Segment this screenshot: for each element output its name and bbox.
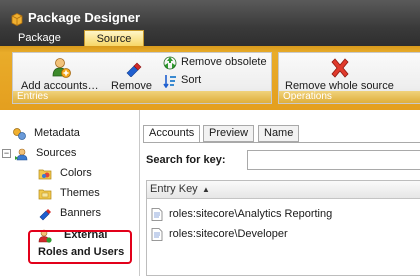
highlight-annotation (28, 230, 132, 264)
tree-label-banners: Banners (60, 207, 101, 219)
tab-preview[interactable]: Preview (203, 125, 255, 142)
add-accounts-button[interactable]: Add accounts… (17, 55, 107, 92)
sources-icon (15, 148, 28, 161)
row-key: roles:sitecore\Developer (169, 228, 288, 240)
tree-label-themes: Themes (60, 187, 100, 199)
table-row[interactable]: roles:sitecore\Analytics Reporting (147, 205, 420, 223)
group-label-entries: Entries (13, 91, 271, 103)
tab-package[interactable]: Package (12, 30, 67, 46)
package-icon (11, 13, 23, 26)
ribbon-group-entries: Add accounts… Remove Remove obsolete Sor… (12, 52, 272, 104)
remove-button[interactable]: Remove (109, 55, 159, 92)
remove-whole-source-button[interactable]: Remove whole source (281, 55, 413, 92)
tab-strip-border (143, 142, 420, 143)
recycle-icon (163, 56, 177, 70)
detail-pane: Accounts Preview Name Search for key: En… (140, 110, 420, 276)
metadata-icon (13, 128, 26, 140)
window-title: Package Designer (28, 10, 141, 25)
column-header-label: Entry Key (150, 183, 198, 195)
remove-user-icon (126, 62, 142, 77)
ribbon-group-operations: Remove whole source Operations (278, 52, 420, 104)
title-bar: Package Designer Package Source (0, 0, 420, 46)
tree-label-metadata: Metadata (34, 127, 80, 139)
search-label: Search for key: (146, 154, 226, 166)
remove-obsolete-label: Remove obsolete (181, 56, 267, 68)
search-input[interactable] (247, 150, 420, 170)
tab-accounts[interactable]: Accounts (143, 125, 201, 143)
entries-grid: Entry Key ▲ roles:sitecore\Analytics Rep… (146, 180, 420, 276)
red-x-icon (331, 58, 349, 78)
row-key: roles:sitecore\Analytics Reporting (169, 208, 333, 220)
tab-name[interactable]: Name (258, 125, 300, 142)
ribbon: Add accounts… Remove Remove obsolete Sor… (0, 46, 420, 110)
add-user-icon (52, 58, 71, 78)
sort-icon (163, 75, 176, 88)
themes-folder-icon (38, 189, 52, 200)
document-icon (151, 228, 163, 241)
sort-ascending-icon: ▲ (202, 185, 210, 194)
sources-expander[interactable]: − (2, 149, 11, 158)
grid-column-header-entry-key[interactable]: Entry Key ▲ (147, 181, 420, 199)
group-label-operations: Operations (279, 91, 420, 103)
table-row[interactable]: roles:sitecore\Developer (147, 225, 420, 243)
tab-source[interactable]: Source (84, 30, 144, 46)
banners-icon (39, 209, 51, 221)
colors-folder-icon (38, 169, 52, 180)
tree-label-colors: Colors (60, 167, 92, 179)
document-icon (151, 208, 163, 221)
remove-obsolete-button[interactable]: Remove obsolete (163, 55, 269, 71)
tree-label-sources: Sources (36, 147, 77, 159)
sort-label: Sort (181, 74, 202, 86)
sort-button[interactable]: Sort (163, 73, 223, 89)
